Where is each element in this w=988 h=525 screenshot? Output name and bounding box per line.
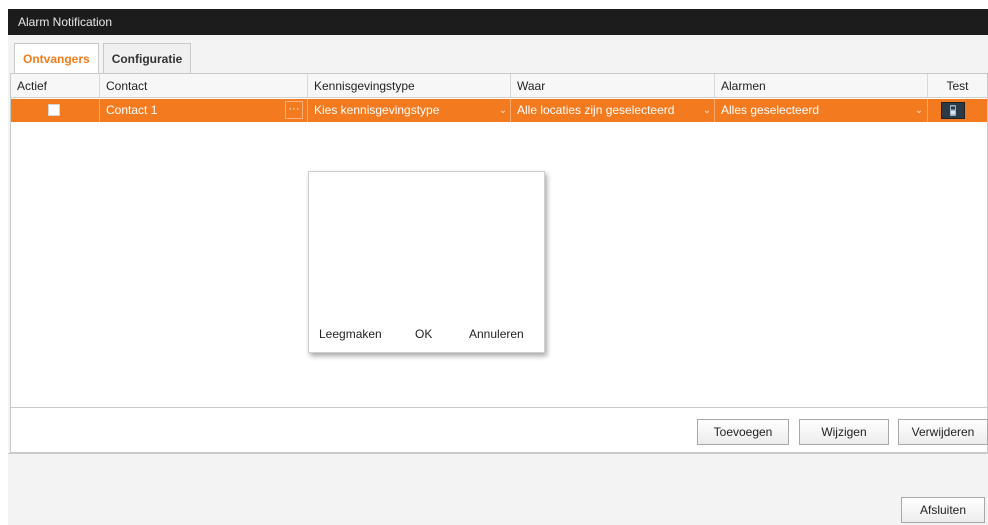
grid-footer-divider — [11, 407, 987, 408]
column-header-test[interactable]: Test — [928, 74, 987, 98]
where-value: Alle locaties zijn geselecteerd — [517, 103, 675, 117]
alarms-value: Alles geselecteerd — [721, 103, 820, 117]
clear-link[interactable]: Leegmaken — [319, 327, 382, 341]
contact-browse-button[interactable]: ··· — [285, 101, 303, 119]
window-titlebar: Alarm Notification — [8, 9, 988, 35]
column-header-waar[interactable]: Waar — [511, 74, 715, 98]
column-header-kennisgevingstype[interactable]: Kennisgevingstype — [308, 74, 511, 98]
chevron-down-icon[interactable]: ⌄ — [497, 99, 509, 122]
column-header-alarmen[interactable]: Alarmen — [715, 74, 928, 98]
chevron-down-icon[interactable]: ⌄ — [913, 99, 925, 122]
ok-link[interactable]: OK — [415, 327, 432, 341]
contact-cell[interactable]: Contact 1 — [100, 99, 308, 122]
dialog-body: Ontvangers Configuratie Actief Contact K… — [8, 35, 988, 525]
tab-ontvangers[interactable]: Ontvangers — [14, 43, 99, 74]
grid-header: Actief Contact Kennisgevingstype Waar Al… — [11, 74, 987, 98]
notification-type-select[interactable]: Kies kennisgevingstype — [308, 99, 511, 122]
tab-configuratie[interactable]: Configuratie — [102, 43, 192, 73]
add-button[interactable]: Toevoegen — [697, 419, 789, 445]
active-checkbox[interactable] — [48, 104, 60, 116]
phone-icon — [950, 105, 956, 116]
cancel-link[interactable]: Annuleren — [469, 327, 524, 341]
table-row[interactable]: Contact 1 ··· Kies kennisgevingstype ⌄ A… — [11, 99, 987, 122]
tab-strip: Ontvangers Configuratie — [14, 43, 192, 74]
test-button[interactable] — [941, 102, 965, 119]
delete-button[interactable]: Verwijderen — [898, 419, 988, 445]
notification-type-value: Kies kennisgevingstype — [314, 103, 440, 117]
column-header-contact[interactable]: Contact — [100, 74, 308, 98]
alarms-select[interactable]: Alles geselecteerd — [715, 99, 928, 122]
where-select[interactable]: Alle locaties zijn geselecteerd — [511, 99, 715, 122]
contact-name: Contact 1 — [106, 103, 158, 117]
dialog-divider — [8, 453, 988, 454]
close-button[interactable]: Afsluiten — [901, 497, 985, 523]
dropdown-actions: Leegmaken OK Annuleren — [309, 327, 544, 347]
active-cell — [11, 99, 100, 122]
recipients-panel: Actief Contact Kennisgevingstype Waar Al… — [10, 73, 988, 453]
column-header-actief[interactable]: Actief — [11, 74, 100, 98]
window-title: Alarm Notification — [18, 15, 113, 29]
notification-type-dropdown: Leegmaken OK Annuleren — [308, 171, 545, 353]
edit-button[interactable]: Wijzigen — [799, 419, 889, 445]
chevron-down-icon[interactable]: ⌄ — [701, 99, 713, 122]
